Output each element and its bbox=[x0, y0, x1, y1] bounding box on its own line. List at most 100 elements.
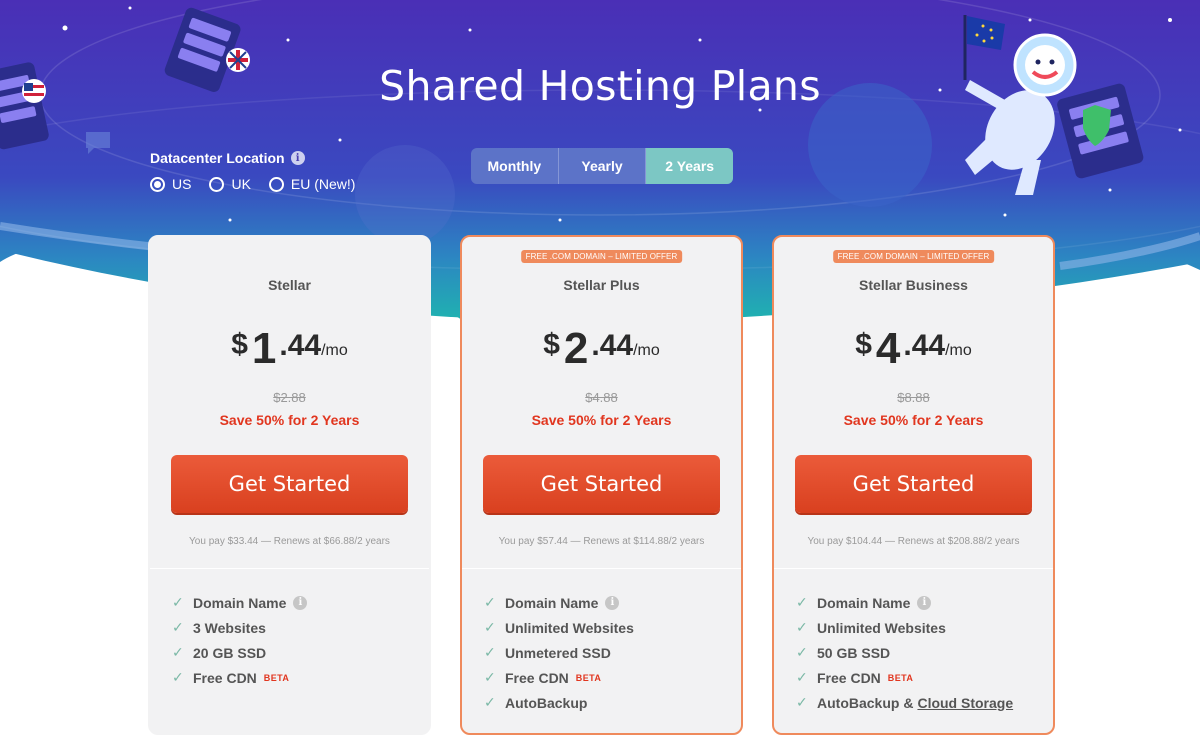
billing-monthly-button[interactable]: Monthly bbox=[471, 148, 559, 184]
plan-name: Stellar Business bbox=[859, 277, 968, 293]
check-icon: ✓ bbox=[172, 594, 184, 610]
feature-label: AutoBackup bbox=[505, 694, 588, 711]
feature-item: ✓ Domain Name i bbox=[484, 590, 634, 615]
plan-price: $ 1 .44 /mo bbox=[150, 323, 429, 371]
cloud-storage-link[interactable]: Cloud Storage bbox=[917, 695, 1013, 711]
pay-note: You pay $57.44 — Renews at $114.88/2 yea… bbox=[498, 536, 705, 547]
check-icon: ✓ bbox=[796, 644, 808, 660]
plan-price: $ 2 .44 /mo bbox=[462, 323, 741, 371]
check-icon: ✓ bbox=[484, 694, 496, 710]
price-decimal: .44 bbox=[903, 329, 946, 362]
datacenter-label-row: Datacenter Location i bbox=[150, 150, 355, 166]
feature-label: 20 GB SSD bbox=[193, 644, 267, 661]
plan-name: Stellar bbox=[268, 277, 311, 293]
feature-label: Free CDN bbox=[193, 669, 257, 686]
beta-badge: BETA bbox=[263, 672, 290, 683]
check-icon: ✓ bbox=[484, 619, 496, 635]
plan-card-stellar: Stellar $ 1 .44 /mo $2.88 Save 50% for 2… bbox=[148, 235, 431, 735]
price-currency: $ bbox=[543, 328, 560, 361]
check-icon: ✓ bbox=[172, 669, 184, 685]
check-icon: ✓ bbox=[484, 594, 496, 610]
save-text: Save 50% for 2 Years bbox=[531, 412, 672, 428]
feature-item: ✓ 3 Websites bbox=[172, 615, 307, 640]
datacenter-option-label: US bbox=[172, 176, 192, 192]
feature-label: Unlimited Websites bbox=[505, 619, 634, 636]
page-title: Shared Hosting Plans bbox=[379, 62, 821, 110]
billing-period-toggle: Monthly Yearly 2 Years bbox=[471, 148, 733, 184]
datacenter-option-label: UK bbox=[231, 176, 251, 192]
feature-item: ✓ Free CDN BETA bbox=[796, 665, 1013, 690]
beta-badge: BETA bbox=[575, 672, 602, 683]
feature-item: ✓ Unmetered SSD bbox=[484, 640, 634, 665]
info-icon[interactable]: i bbox=[293, 595, 308, 610]
get-started-button[interactable]: Get Started bbox=[171, 455, 408, 513]
check-icon: ✓ bbox=[796, 594, 808, 610]
feature-item: ✓ Domain Name i bbox=[796, 590, 1013, 615]
feature-list: ✓ Domain Name i ✓ Unlimited Websites ✓ 50 GB… bbox=[796, 590, 1013, 715]
feature-item: ✓ AutoBackup & Cloud Storage bbox=[796, 690, 1013, 715]
feature-item: ✓ Unlimited Websites bbox=[796, 615, 1013, 640]
limited-offer-badge: FREE .COM DOMAIN – LIMITED OFFER bbox=[520, 250, 683, 263]
check-icon: ✓ bbox=[796, 619, 808, 635]
check-icon: ✓ bbox=[172, 619, 184, 635]
price-period: /mo bbox=[321, 342, 348, 359]
feature-list: ✓ Domain Name i ✓ 3 Websites ✓ 20 GB SSD ✓ Fr… bbox=[172, 590, 308, 690]
feature-item: ✓ Free CDN BETA bbox=[172, 665, 307, 690]
check-icon: ✓ bbox=[484, 669, 496, 685]
feature-item: ✓ 20 GB SSD bbox=[172, 640, 307, 665]
datacenter-label: Datacenter Location bbox=[150, 150, 285, 166]
info-icon[interactable]: i bbox=[605, 595, 620, 610]
pay-note: You pay $104.44 — Renews at $208.88/2 ye… bbox=[807, 536, 1020, 547]
price-decimal: .44 bbox=[279, 329, 322, 362]
plan-name: Stellar Plus bbox=[563, 277, 640, 293]
get-started-button[interactable]: Get Started bbox=[483, 455, 720, 513]
feature-label: Domain Name bbox=[193, 594, 287, 611]
feature-label: Unlimited Websites bbox=[817, 619, 946, 636]
info-icon[interactable]: i bbox=[917, 595, 932, 610]
check-icon: ✓ bbox=[796, 694, 808, 710]
info-icon[interactable]: i bbox=[290, 151, 305, 165]
save-text: Save 50% for 2 Years bbox=[219, 412, 360, 428]
chat-bubble-icon bbox=[86, 132, 110, 154]
feature-label: AutoBackup & bbox=[817, 694, 914, 711]
feature-label: Domain Name bbox=[817, 594, 911, 611]
radio-eu[interactable] bbox=[268, 176, 284, 192]
datacenter-options: US UK EU (New!) bbox=[150, 176, 355, 192]
price-currency: $ bbox=[231, 328, 248, 361]
price-integer: 1 bbox=[251, 324, 277, 373]
datacenter-option-uk[interactable]: UK bbox=[209, 176, 251, 192]
radio-uk[interactable] bbox=[209, 176, 225, 192]
limited-offer-badge: FREE .COM DOMAIN – LIMITED OFFER bbox=[832, 250, 995, 263]
check-icon: ✓ bbox=[484, 644, 496, 660]
feature-item: ✓ 50 GB SSD bbox=[796, 640, 1013, 665]
old-price: $2.88 bbox=[273, 390, 306, 405]
price-period: /mo bbox=[633, 342, 660, 359]
datacenter-option-eu[interactable]: EU (New!) bbox=[268, 176, 356, 192]
plan-card-stellar-business: FREE .COM DOMAIN – LIMITED OFFER Stellar… bbox=[772, 235, 1055, 735]
feature-label: Unmetered SSD bbox=[505, 644, 611, 661]
feature-item: ✓ Free CDN BETA bbox=[484, 665, 634, 690]
price-decimal: .44 bbox=[591, 329, 634, 362]
feature-label: 50 GB SSD bbox=[817, 644, 891, 661]
save-text: Save 50% for 2 Years bbox=[843, 412, 984, 428]
feature-item: ✓ Domain Name i bbox=[172, 590, 308, 615]
price-period: /mo bbox=[945, 342, 972, 359]
price-integer: 2 bbox=[563, 324, 589, 373]
datacenter-option-us[interactable]: US bbox=[150, 176, 191, 192]
beta-badge: BETA bbox=[887, 672, 914, 683]
divider bbox=[774, 568, 1053, 569]
billing-yearly-button[interactable]: Yearly bbox=[559, 148, 647, 184]
get-started-button[interactable]: Get Started bbox=[795, 455, 1032, 513]
check-icon: ✓ bbox=[796, 669, 808, 685]
feature-label: Free CDN bbox=[817, 669, 881, 686]
billing-2-years-button[interactable]: 2 Years bbox=[646, 148, 733, 184]
datacenter-option-label: EU (New!) bbox=[290, 176, 356, 192]
check-icon: ✓ bbox=[172, 644, 184, 660]
pay-note: You pay $33.44 — Renews at $66.88/2 year… bbox=[189, 536, 390, 547]
radio-us[interactable] bbox=[150, 176, 165, 192]
feature-label: Free CDN bbox=[505, 669, 569, 686]
feature-label: Domain Name bbox=[505, 594, 599, 611]
feature-item: ✓ AutoBackup bbox=[484, 690, 634, 715]
divider bbox=[462, 568, 741, 569]
divider bbox=[150, 568, 429, 569]
